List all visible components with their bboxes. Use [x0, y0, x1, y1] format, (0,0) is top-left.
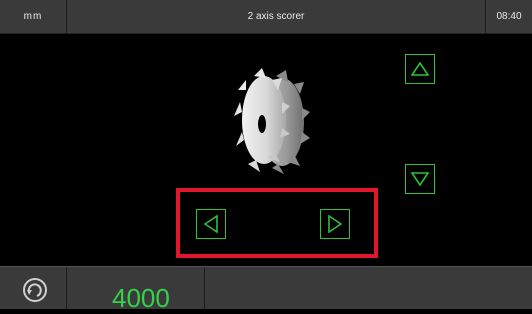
rotation-speed-button[interactable]	[0, 267, 67, 309]
triangle-up-icon	[411, 62, 429, 76]
page-title: 2 axis scorer	[247, 11, 305, 22]
unit-label: mm	[0, 0, 67, 33]
bottom-bar: 4000	[0, 266, 532, 313]
rotation-speed-icon	[23, 278, 47, 302]
triangle-left-icon	[204, 215, 218, 233]
clock: 08:40	[485, 0, 532, 33]
speed-value-cell: 4000	[66, 267, 205, 313]
triangle-down-icon	[411, 172, 429, 186]
move-left-button[interactable]	[196, 209, 226, 239]
move-right-button[interactable]	[320, 209, 350, 239]
move-down-button[interactable]	[405, 164, 435, 194]
move-up-button[interactable]	[405, 54, 435, 84]
top-bar: mm 2 axis scorer 08:40	[0, 0, 532, 34]
speed-value: 4000	[112, 283, 170, 313]
triangle-right-icon	[328, 215, 342, 233]
saw-blade-image	[230, 66, 320, 176]
